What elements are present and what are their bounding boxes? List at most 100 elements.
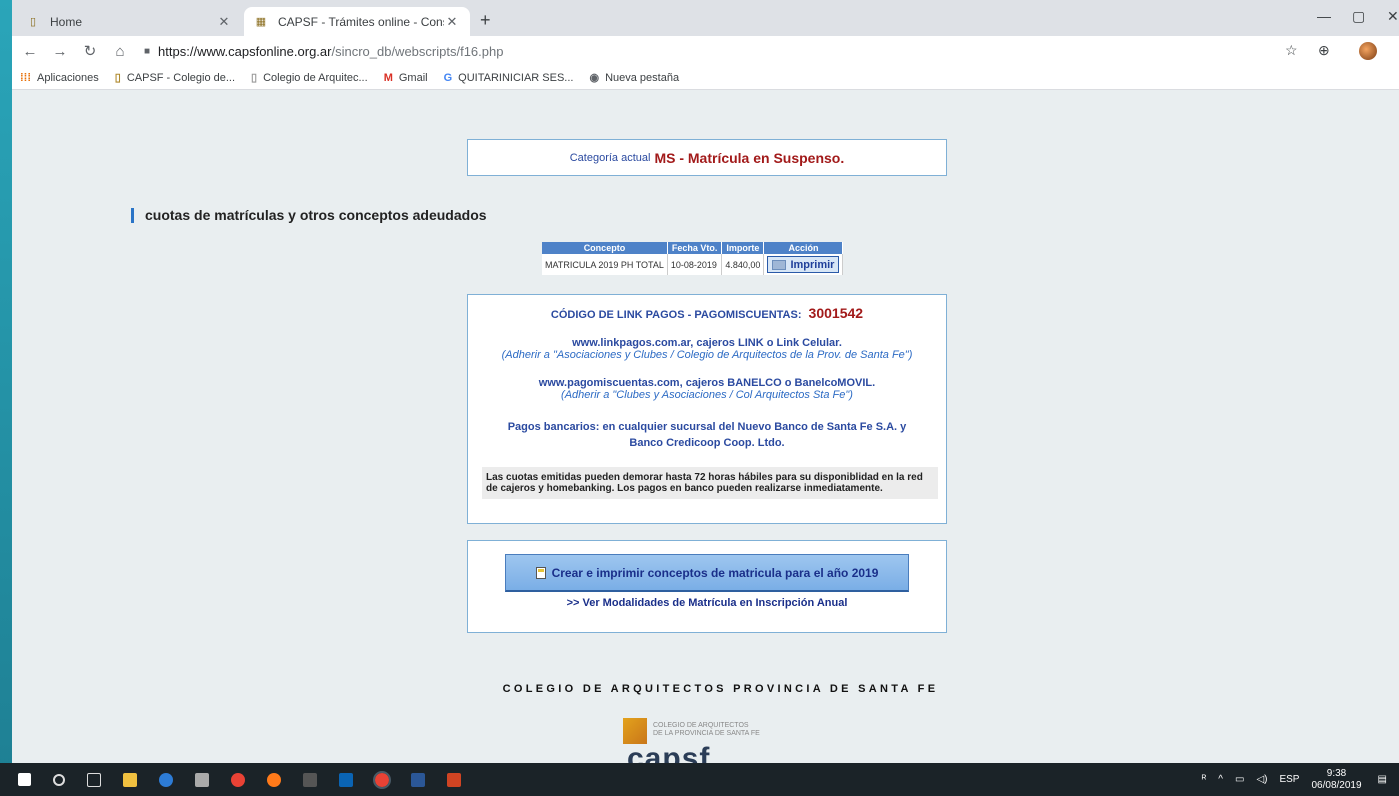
- bookmark-capsf[interactable]: ▯ CAPSF - Colegio de...: [114, 71, 236, 85]
- bookmark-nueva-pestana[interactable]: ◉ Nueva pestaña: [589, 71, 680, 85]
- forward-icon[interactable]: →: [48, 43, 72, 60]
- paint-icon[interactable]: [195, 772, 209, 787]
- pagomiscuentas-text: www.pagomiscuentas.com, cajeros BANELCO …: [538, 377, 876, 389]
- cell-concepto: MATRICULA 2019 PH TOTAL: [542, 254, 668, 275]
- google-icon: G: [443, 71, 453, 84]
- apps-grid-icon: ⁞⁞⁞: [20, 71, 31, 84]
- capsf-favicon-icon: ▯: [29, 16, 37, 28]
- clock-date: 06/08/2019: [1311, 779, 1362, 791]
- chrome-active-icon[interactable]: [373, 770, 391, 789]
- cell-accion: Imprimir: [763, 254, 844, 275]
- profile-avatar[interactable]: [1359, 42, 1377, 60]
- print-label: Imprimir: [790, 258, 835, 271]
- capsf-app-icon[interactable]: [303, 772, 317, 787]
- globe-icon: ◉: [589, 72, 600, 84]
- logo-subtitle-line1: COLEGIO DE ARQUITECTOS: [653, 722, 749, 729]
- section-title: cuotas de matrículas y otros conceptos a…: [131, 207, 487, 223]
- bookmark-colegio[interactable]: ▯ Colegio de Arquitec...: [251, 71, 368, 85]
- linkpagos-instructions: (Adherir a "Asociaciones y Clubes / Cole…: [501, 349, 913, 361]
- create-button-label: Crear e imprimir conceptos de matricula …: [551, 565, 879, 580]
- bookmarks-bar: ⁞⁞⁞ Aplicaciones ▯ CAPSF - Colegio de...…: [12, 66, 1399, 90]
- category-prefix: Categoría actual: [569, 151, 651, 164]
- task-view-icon[interactable]: [87, 772, 101, 787]
- close-window-icon[interactable]: ✕: [1387, 8, 1399, 25]
- zoom-icon[interactable]: ⊕: [1318, 42, 1330, 59]
- bookmark-label: Nueva pestaña: [605, 71, 680, 84]
- bank-payment-line2: Banco Credicoop Coop. Ltdo.: [629, 437, 785, 449]
- footer-title: COLEGIO DE ARQUITECTOS PROVINCIA DE SANT…: [502, 683, 939, 695]
- edge-icon[interactable]: [159, 772, 173, 787]
- volume-icon[interactable]: ◁): [1256, 774, 1267, 785]
- windows-taskbar: ᴿ ^ ▭ ◁) ESP 9:38 06/08/2019 ▤: [0, 763, 1399, 796]
- section-title-text: cuotas de matrículas y otros conceptos a…: [145, 207, 487, 223]
- maximize-icon[interactable]: ▢: [1352, 8, 1365, 25]
- header-importe: Importe: [721, 242, 765, 254]
- bookmark-label: Aplicaciones: [37, 71, 99, 84]
- bookmark-quitar[interactable]: G QUITARINICIAR SES...: [444, 72, 574, 84]
- logo-mark-icon: [623, 718, 647, 744]
- table-row: MATRICULA 2019 PH TOTAL 10-08-2019 4.840…: [542, 254, 844, 275]
- clock[interactable]: 9:38 06/08/2019: [1311, 768, 1361, 792]
- people-icon[interactable]: ᴿ: [1202, 774, 1207, 785]
- capsf-favicon-icon: ▦: [255, 16, 267, 28]
- network-icon[interactable]: ▭: [1235, 774, 1244, 785]
- outlook-icon[interactable]: [339, 772, 353, 787]
- logo-subtitle: COLEGIO DE ARQUITECTOS DE LA PROVINCIA D…: [653, 722, 760, 738]
- section-marker: [131, 207, 134, 223]
- new-tab-icon[interactable]: +: [480, 10, 491, 31]
- capsf-logo: COLEGIO DE ARQUITECTOS DE LA PROVINCIA D…: [623, 718, 813, 763]
- availability-notice: Las cuotas emitidas pueden demorar hasta…: [482, 467, 938, 499]
- firefox-icon[interactable]: [267, 772, 281, 787]
- bookmark-aplicaciones[interactable]: ⁞⁞⁞ Aplicaciones: [20, 72, 99, 84]
- language-indicator[interactable]: ESP: [1279, 774, 1299, 785]
- chrome-icon[interactable]: [231, 772, 245, 787]
- powerpoint-icon[interactable]: [447, 772, 461, 787]
- back-icon[interactable]: ←: [18, 43, 42, 60]
- minimize-icon[interactable]: —: [1317, 8, 1331, 24]
- bookmark-gmail[interactable]: M Gmail: [384, 72, 428, 84]
- word-icon[interactable]: [411, 772, 425, 787]
- url-host: https://www.capsfonline.org.ar: [158, 43, 332, 59]
- chevron-up-icon[interactable]: ^: [1218, 774, 1223, 785]
- linkpagos-text: www.linkpagos.com.ar, cajeros LINK o Lin…: [572, 337, 842, 349]
- tab-strip: ▯ Home ✕ ▦ CAPSF - Trámites online - Con…: [12, 0, 1399, 36]
- cell-fecha: 10-08-2019: [667, 254, 723, 275]
- search-icon[interactable]: [53, 773, 65, 786]
- close-tab-icon[interactable]: ✕: [216, 14, 232, 30]
- bookmark-label: CAPSF - Colegio de...: [126, 71, 236, 84]
- header-concepto: Concepto: [542, 242, 668, 254]
- windows-start-icon[interactable]: [18, 773, 31, 786]
- bookmark-label: Colegio de Arquitec...: [263, 71, 368, 84]
- file-explorer-icon[interactable]: [123, 772, 137, 787]
- reload-icon[interactable]: ↻: [78, 42, 102, 60]
- table-header-row: Concepto Fecha Vto. Importe Acción: [542, 242, 844, 254]
- page-content: Categoría actual MS - Matrícula en Suspe…: [12, 90, 1399, 763]
- notifications-icon[interactable]: ▤: [1378, 774, 1387, 785]
- tab-home[interactable]: ▯ Home ✕: [16, 7, 242, 36]
- address-bar[interactable]: ■ https://www.capsfonline.org.ar /sincro…: [144, 39, 1274, 63]
- bank-payment-line1: Pagos bancarios: en cualquier sucursal d…: [507, 421, 907, 433]
- bookmark-label: Gmail: [398, 71, 428, 84]
- payment-code-label: CÓDIGO DE LINK PAGOS - PAGOMISCUENTAS:: [550, 309, 802, 321]
- clock-time: 9:38: [1326, 767, 1347, 779]
- home-icon[interactable]: ⌂: [108, 43, 132, 60]
- ver-modalidades-link[interactable]: >> Ver Modalidades de Matrícula en Inscr…: [468, 597, 946, 609]
- header-accion: Acción: [763, 242, 844, 254]
- debt-table: Concepto Fecha Vto. Importe Acción MATRI…: [542, 242, 844, 275]
- system-tray: ᴿ ^ ▭ ◁) ESP 9:38 06/08/2019 ▤: [1202, 763, 1399, 796]
- url-path: /sincro_db/webscripts/f16.php: [331, 43, 504, 59]
- printer-icon: [772, 259, 787, 270]
- category-box: Categoría actual MS - Matrícula en Suspe…: [467, 139, 947, 176]
- capsf-icon: ▯: [114, 72, 121, 84]
- category-value: MS - Matrícula en Suspenso.: [654, 149, 845, 166]
- payment-code-value: 3001542: [808, 305, 864, 321]
- tab-capsf[interactable]: ▦ CAPSF - Trámites online - Consul ✕: [244, 7, 470, 36]
- gmail-icon: M: [383, 71, 393, 84]
- print-button[interactable]: Imprimir: [767, 256, 840, 273]
- browser-window: ▯ Home ✕ ▦ CAPSF - Trámites online - Con…: [12, 0, 1399, 763]
- logo-subtitle-line2: DE LA PROVINCIA DE SANTA FE: [653, 730, 760, 737]
- close-tab-icon[interactable]: ✕: [444, 14, 460, 30]
- create-print-button[interactable]: Crear e imprimir conceptos de matricula …: [505, 554, 909, 592]
- pagomiscuentas-instructions: (Adherir a "Clubes y Asociaciones / Col …: [561, 389, 853, 401]
- bookmark-star-icon[interactable]: ☆: [1285, 42, 1298, 59]
